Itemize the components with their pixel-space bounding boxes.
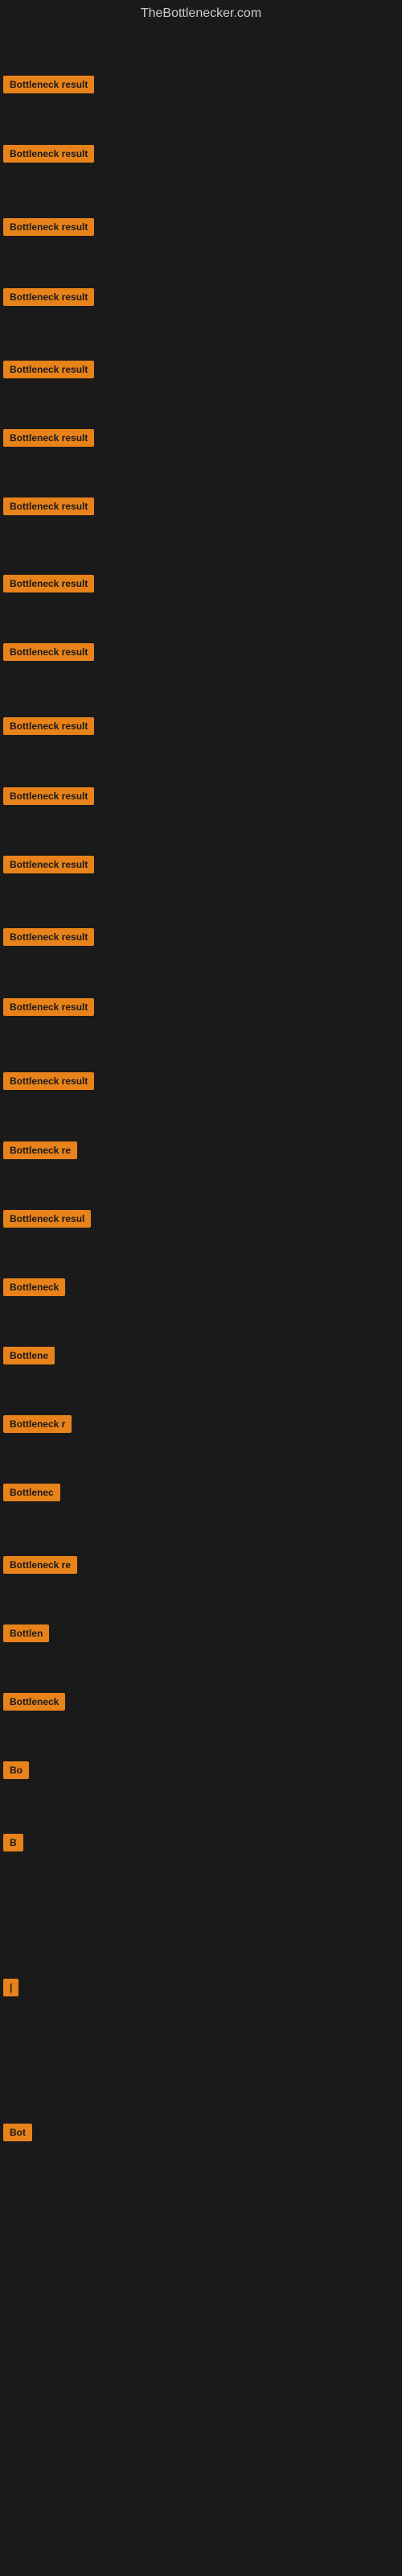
bottleneck-item: | bbox=[3, 1979, 18, 2000]
bottleneck-item: Bottleneck resul bbox=[3, 1210, 91, 1232]
bottleneck-item: Bottleneck result bbox=[3, 497, 94, 519]
bottleneck-badge: B bbox=[3, 1834, 23, 1852]
bottleneck-badge: Bottleneck result bbox=[3, 643, 94, 661]
bottleneck-item: Bottleneck result bbox=[3, 575, 94, 597]
bottleneck-item: Bottleneck r bbox=[3, 1415, 72, 1437]
bottleneck-item: Bottleneck result bbox=[3, 145, 94, 167]
bottleneck-badge: Bottlenec bbox=[3, 1484, 60, 1501]
bottleneck-item: Bottleneck result bbox=[3, 643, 94, 665]
site-title-container: TheBottlenecker.com bbox=[0, 0, 402, 31]
bottleneck-badge: Bottleneck result bbox=[3, 1072, 94, 1090]
bottleneck-item: Bottleneck result bbox=[3, 361, 94, 382]
bottleneck-item: Bottleneck result bbox=[3, 928, 94, 950]
bottleneck-item: Bottleneck result bbox=[3, 288, 94, 310]
bottleneck-item: Bottleneck re bbox=[3, 1141, 77, 1163]
bottleneck-badge: Bottleneck result bbox=[3, 998, 94, 1016]
bottleneck-badge: Bottleneck bbox=[3, 1278, 65, 1296]
bottleneck-item: Bottlene bbox=[3, 1347, 55, 1368]
bottleneck-badge: Bottleneck result bbox=[3, 717, 94, 735]
bottleneck-item: Bottleneck re bbox=[3, 1556, 77, 1578]
bottleneck-badge: Bottleneck resul bbox=[3, 1210, 91, 1228]
bottleneck-item: Bottleneck bbox=[3, 1278, 65, 1300]
bottleneck-badge: Bottleneck r bbox=[3, 1415, 72, 1433]
bottleneck-item: Bottleneck result bbox=[3, 856, 94, 877]
items-container: Bottleneck result Bottleneck result Bottle… bbox=[0, 31, 402, 2566]
bottleneck-item: Bottlen bbox=[3, 1624, 49, 1646]
bottleneck-badge: Bottleneck result bbox=[3, 361, 94, 378]
bottleneck-item: Bottleneck result bbox=[3, 717, 94, 739]
bottleneck-badge: Bottleneck result bbox=[3, 218, 94, 236]
bottleneck-badge: Bottlene bbox=[3, 1347, 55, 1364]
bottleneck-badge: Bottleneck re bbox=[3, 1556, 77, 1574]
bottleneck-item: Bottleneck result bbox=[3, 429, 94, 451]
bottleneck-badge: Bottleneck re bbox=[3, 1141, 77, 1159]
bottleneck-badge: Bottleneck result bbox=[3, 429, 94, 447]
bottleneck-badge: Bottleneck result bbox=[3, 497, 94, 515]
bottleneck-badge: Bottleneck result bbox=[3, 856, 94, 873]
bottleneck-badge: Bot bbox=[3, 2124, 32, 2141]
bottleneck-item: Bo bbox=[3, 1761, 29, 1783]
bottleneck-item: Bottleneck bbox=[3, 1693, 65, 1715]
bottleneck-badge: Bottleneck result bbox=[3, 787, 94, 805]
bottleneck-badge: Bottleneck bbox=[3, 1693, 65, 1711]
bottleneck-item: Bottleneck result bbox=[3, 76, 94, 97]
bottleneck-badge: | bbox=[3, 1979, 18, 1996]
bottleneck-item: Bottleneck result bbox=[3, 218, 94, 240]
site-title: TheBottlenecker.com bbox=[0, 0, 402, 31]
bottleneck-item: Bot bbox=[3, 2124, 32, 2145]
bottleneck-item: Bottleneck result bbox=[3, 1072, 94, 1094]
bottleneck-badge: Bottleneck result bbox=[3, 575, 94, 592]
bottleneck-badge: Bottlen bbox=[3, 1624, 49, 1642]
bottleneck-item: Bottleneck result bbox=[3, 787, 94, 809]
bottleneck-badge: Bottleneck result bbox=[3, 145, 94, 163]
bottleneck-item: B bbox=[3, 1834, 23, 1856]
bottleneck-badge: Bottleneck result bbox=[3, 288, 94, 306]
bottleneck-item: Bottleneck result bbox=[3, 998, 94, 1020]
bottleneck-badge: Bo bbox=[3, 1761, 29, 1779]
bottleneck-badge: Bottleneck result bbox=[3, 76, 94, 93]
bottleneck-item: Bottlenec bbox=[3, 1484, 60, 1505]
bottleneck-badge: Bottleneck result bbox=[3, 928, 94, 946]
